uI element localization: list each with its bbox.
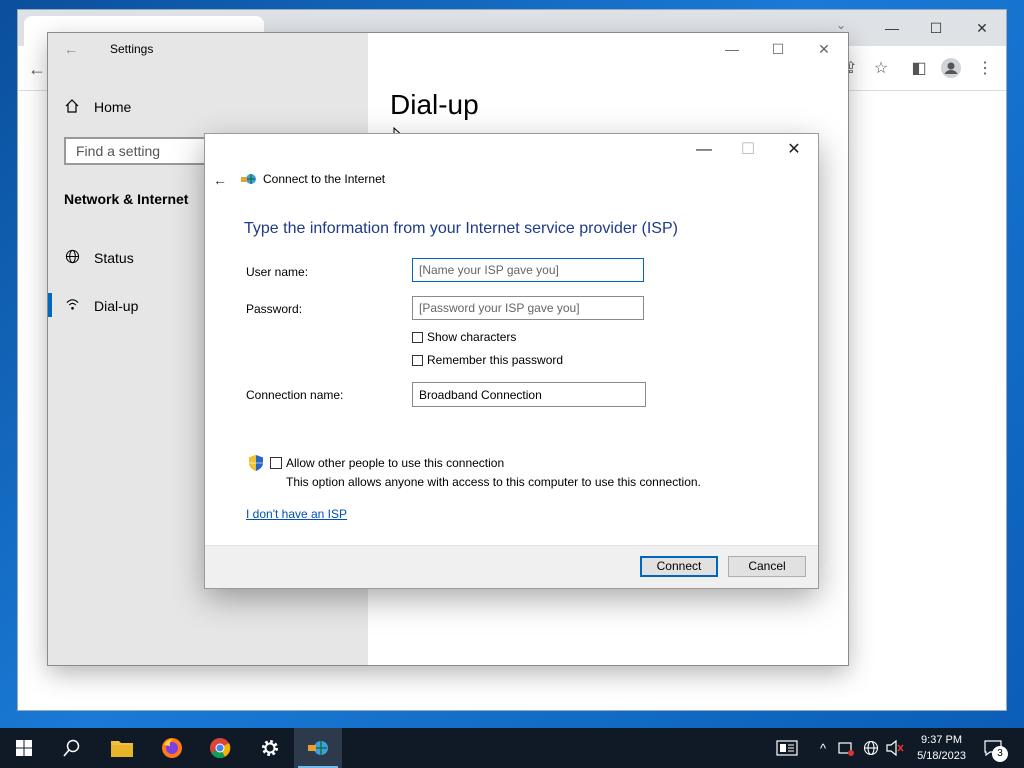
network-wizard-icon [241,172,257,186]
settings-maximize-button[interactable]: ☐ [758,37,798,61]
allow-others-label: Allow other people to use this connectio… [286,456,505,470]
allow-others-checkbox[interactable]: Allow other people to use this connectio… [270,456,504,470]
show-characters-checkbox[interactable]: Show characters [412,330,516,344]
dialog-maximize-button: ☐ [740,141,756,158]
firefox-icon [162,738,182,758]
show-characters-label: Show characters [427,330,517,344]
clock-time: 9:37 PM [921,734,963,746]
tab-search-icon[interactable]: ⌄ [836,18,846,32]
dialog-title: Connect to the Internet [263,172,386,186]
globe-network-icon[interactable] [860,728,882,768]
sidebar-item-dialup[interactable]: Dial-up [64,296,138,316]
password-input[interactable] [412,296,644,320]
remember-password-box[interactable] [412,354,423,366]
settings-titlebar: ← Settings — ☐ ✕ [48,33,848,65]
sidebar-item-home[interactable]: Home [64,97,131,117]
clock-date: 5/18/2023 [917,750,966,762]
taskbar: ^ 9:37 PM 5/18/2023 3 [0,728,1024,768]
home-icon [64,98,80,117]
uac-shield-icon [248,454,264,472]
show-characters-box[interactable] [412,331,423,343]
dialog-heading: Type the information from your Internet … [244,220,678,237]
search-icon [63,739,80,757]
dialog-close-button[interactable]: ✕ [773,138,815,162]
notification-count-badge: 3 [992,746,1008,762]
username-label: User name: [246,265,309,279]
sidebar-item-status-label: Status [94,250,134,266]
windows-logo-icon [16,740,32,756]
dialog-minimize-button[interactable]: — [683,138,725,162]
sidebar-item-status[interactable]: Status [64,248,134,268]
cancel-button[interactable]: Cancel [728,556,806,577]
globe-icon [64,249,80,267]
username-input[interactable] [412,258,644,282]
bookmark-star-icon[interactable]: ☆ [870,58,892,80]
chrome-button[interactable] [196,728,244,768]
browser-back-icon[interactable]: ← [26,58,48,80]
browser-close-button[interactable]: ✕ [964,16,1000,40]
show-hidden-icons-chevron-icon[interactable]: ^ [814,728,832,768]
allow-others-note: This option allows anyone with access to… [286,475,701,489]
browser-maximize-button[interactable]: ☐ [918,16,954,40]
remember-password-checkbox[interactable]: Remember this password [412,353,563,367]
dialog-back-icon[interactable]: ← [213,172,227,188]
volume-muted-icon[interactable] [884,728,906,768]
side-panel-icon[interactable]: ◧ [908,58,930,80]
settings-window-title: Settings [110,42,154,56]
remember-password-label: Remember this password [427,353,564,367]
browser-minimize-button[interactable]: — [874,16,910,40]
network-status-icon[interactable] [836,728,856,768]
file-explorer-button[interactable] [98,728,146,768]
settings-back-icon[interactable]: ← [64,41,78,57]
sidebar-item-home-label: Home [94,99,132,115]
browser-menu-icon[interactable]: ⋮ [974,58,996,80]
section-title: Network & Internet [64,191,189,207]
connect-wizard-taskbar-button[interactable] [294,728,342,768]
connection-name-input[interactable] [412,382,646,407]
connection-name-label: Connection name: [246,388,344,402]
profile-icon[interactable] [940,58,962,80]
no-isp-link[interactable]: I don't have an ISP [246,507,347,521]
dialog-footer: Connect Cancel [205,545,818,588]
sidebar-item-dialup-label: Dial-up [94,298,139,314]
start-button[interactable] [0,728,48,768]
news-icon[interactable] [772,728,802,768]
dialup-icon [64,297,80,315]
find-setting-input[interactable]: Find a setting [64,137,214,165]
folder-icon [111,741,133,757]
allow-others-box[interactable] [270,457,282,469]
firefox-button[interactable] [148,728,196,768]
settings-close-button[interactable]: ✕ [804,37,844,61]
gear-icon [262,740,278,756]
selected-indicator [48,293,52,317]
page-title: Dial-up [390,89,479,120]
connect-button[interactable]: Connect [640,556,718,577]
search-button[interactable] [48,728,96,768]
chrome-icon [210,738,231,759]
settings-taskbar-button[interactable] [246,728,294,768]
password-label: Password: [246,302,303,316]
settings-minimize-button[interactable]: — [712,37,752,61]
network-wizard-icon [308,741,328,755]
system-clock[interactable]: 9:37 PM 5/18/2023 [917,732,966,764]
connect-dialog: — ☐ ✕ ← Connect to the Internet Type the… [205,134,818,588]
